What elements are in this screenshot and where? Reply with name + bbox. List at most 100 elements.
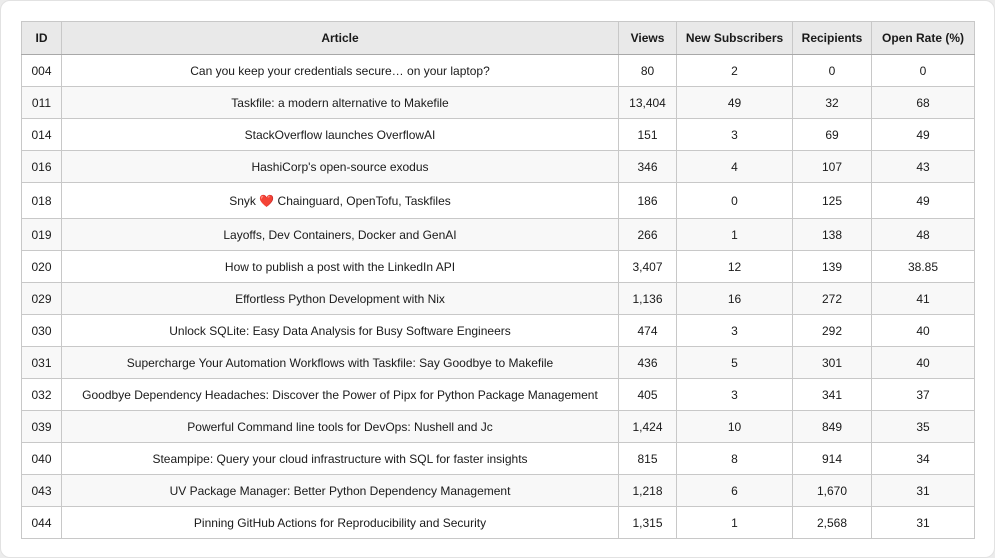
table-row: 020 How to publish a post with the Linked… [21, 250, 975, 283]
column-header-views[interactable]: Views [618, 21, 677, 55]
new-subscribers-cell: 49 [676, 86, 793, 119]
id-cell: 020 [21, 250, 62, 283]
id-cell: 014 [21, 118, 62, 151]
new-subscribers-cell: 4 [676, 150, 793, 183]
views-cell: 13,404 [618, 86, 677, 119]
article-cell: How to publish a post with the LinkedIn … [61, 250, 619, 283]
table-row: 032 Goodbye Dependency Headaches: Discove… [21, 378, 975, 411]
recipients-cell: 107 [792, 150, 872, 183]
id-cell: 043 [21, 474, 62, 507]
article-cell: Steampipe: Query your cloud infrastructu… [61, 442, 619, 475]
recipients-cell: 32 [792, 86, 872, 119]
id-cell: 044 [21, 506, 62, 539]
recipients-cell: 138 [792, 218, 872, 251]
table-row: 044 Pinning GitHub Actions for Reproducib… [21, 506, 975, 539]
table-row: 018 Snyk ❤️ Chainguard, OpenTofu, Taskfil… [21, 182, 975, 219]
id-cell: 031 [21, 346, 62, 379]
views-cell: 1,315 [618, 506, 677, 539]
views-cell: 474 [618, 314, 677, 347]
new-subscribers-cell: 1 [676, 506, 793, 539]
id-cell: 029 [21, 282, 62, 315]
views-cell: 186 [618, 182, 677, 219]
open-rate-cell: 31 [871, 474, 975, 507]
recipients-cell: 139 [792, 250, 872, 283]
open-rate-cell: 37 [871, 378, 975, 411]
article-cell: Layoffs, Dev Containers, Docker and GenA… [61, 218, 619, 251]
new-subscribers-cell: 3 [676, 314, 793, 347]
recipients-cell: 849 [792, 410, 872, 443]
id-cell: 016 [21, 150, 62, 183]
views-cell: 405 [618, 378, 677, 411]
article-cell: Pinning GitHub Actions for Reproducibili… [61, 506, 619, 539]
id-cell: 039 [21, 410, 62, 443]
article-cell: Unlock SQLite: Easy Data Analysis for Bu… [61, 314, 619, 347]
article-cell: StackOverflow launches OverflowAI [61, 118, 619, 151]
new-subscribers-cell: 6 [676, 474, 793, 507]
views-cell: 1,424 [618, 410, 677, 443]
table-row: 019 Layoffs, Dev Containers, Docker and G… [21, 218, 975, 251]
new-subscribers-cell: 2 [676, 54, 793, 87]
article-cell: Can you keep your credentials secure… on… [61, 54, 619, 87]
table-row: 004 Can you keep your credentials secure…… [21, 54, 975, 87]
recipients-cell: 69 [792, 118, 872, 151]
views-cell: 436 [618, 346, 677, 379]
recipients-cell: 301 [792, 346, 872, 379]
open-rate-cell: 0 [871, 54, 975, 87]
articles-table: ID Article Views New Subscribers Recipie… [21, 21, 975, 539]
id-cell: 019 [21, 218, 62, 251]
open-rate-cell: 49 [871, 118, 975, 151]
article-cell: Taskfile: a modern alternative to Makefi… [61, 86, 619, 119]
article-cell: UV Package Manager: Better Python Depend… [61, 474, 619, 507]
table-row: 043 UV Package Manager: Better Python Dep… [21, 474, 975, 507]
table-row: 016 HashiCorp's open-source exodus 346 4 107… [21, 150, 975, 183]
new-subscribers-cell: 3 [676, 118, 793, 151]
open-rate-cell: 68 [871, 86, 975, 119]
open-rate-cell: 31 [871, 506, 975, 539]
column-header-open-rate[interactable]: Open Rate (%) [871, 21, 975, 55]
new-subscribers-cell: 5 [676, 346, 793, 379]
new-subscribers-cell: 12 [676, 250, 793, 283]
recipients-cell: 914 [792, 442, 872, 475]
recipients-cell: 0 [792, 54, 872, 87]
table-row: 040 Steampipe: Query your cloud infrastru… [21, 442, 975, 475]
views-cell: 80 [618, 54, 677, 87]
article-cell: HashiCorp's open-source exodus [61, 150, 619, 183]
column-header-id[interactable]: ID [21, 21, 62, 55]
views-cell: 3,407 [618, 250, 677, 283]
article-cell: Snyk ❤️ Chainguard, OpenTofu, Taskfiles [61, 182, 619, 219]
table-row: 014 StackOverflow launches OverflowAI 151 3… [21, 118, 975, 151]
new-subscribers-cell: 3 [676, 378, 793, 411]
article-cell: Effortless Python Development with Nix [61, 282, 619, 315]
table-row: 031 Supercharge Your Automation Workflows… [21, 346, 975, 379]
views-cell: 266 [618, 218, 677, 251]
open-rate-cell: 34 [871, 442, 975, 475]
recipients-cell: 292 [792, 314, 872, 347]
views-cell: 1,218 [618, 474, 677, 507]
table-header-row: ID Article Views New Subscribers Recipie… [21, 21, 975, 55]
recipients-cell: 125 [792, 182, 872, 219]
id-cell: 011 [21, 86, 62, 119]
table-row: 011 Taskfile: a modern alternative to Mak… [21, 86, 975, 119]
column-header-article[interactable]: Article [61, 21, 619, 55]
recipients-cell: 2,568 [792, 506, 872, 539]
recipients-cell: 272 [792, 282, 872, 315]
open-rate-cell: 35 [871, 410, 975, 443]
recipients-cell: 1,670 [792, 474, 872, 507]
article-cell: Powerful Command line tools for DevOps: … [61, 410, 619, 443]
article-cell: Goodbye Dependency Headaches: Discover t… [61, 378, 619, 411]
column-header-recipients[interactable]: Recipients [792, 21, 872, 55]
id-cell: 018 [21, 182, 62, 219]
recipients-cell: 341 [792, 378, 872, 411]
table-row: 030 Unlock SQLite: Easy Data Analysis for… [21, 314, 975, 347]
new-subscribers-cell: 10 [676, 410, 793, 443]
open-rate-cell: 40 [871, 346, 975, 379]
views-cell: 815 [618, 442, 677, 475]
open-rate-cell: 43 [871, 150, 975, 183]
article-cell: Supercharge Your Automation Workflows wi… [61, 346, 619, 379]
views-cell: 1,136 [618, 282, 677, 315]
column-header-new-subscribers[interactable]: New Subscribers [676, 21, 793, 55]
id-cell: 004 [21, 54, 62, 87]
table-card: ID Article Views New Subscribers Recipie… [0, 0, 995, 558]
new-subscribers-cell: 8 [676, 442, 793, 475]
id-cell: 030 [21, 314, 62, 347]
